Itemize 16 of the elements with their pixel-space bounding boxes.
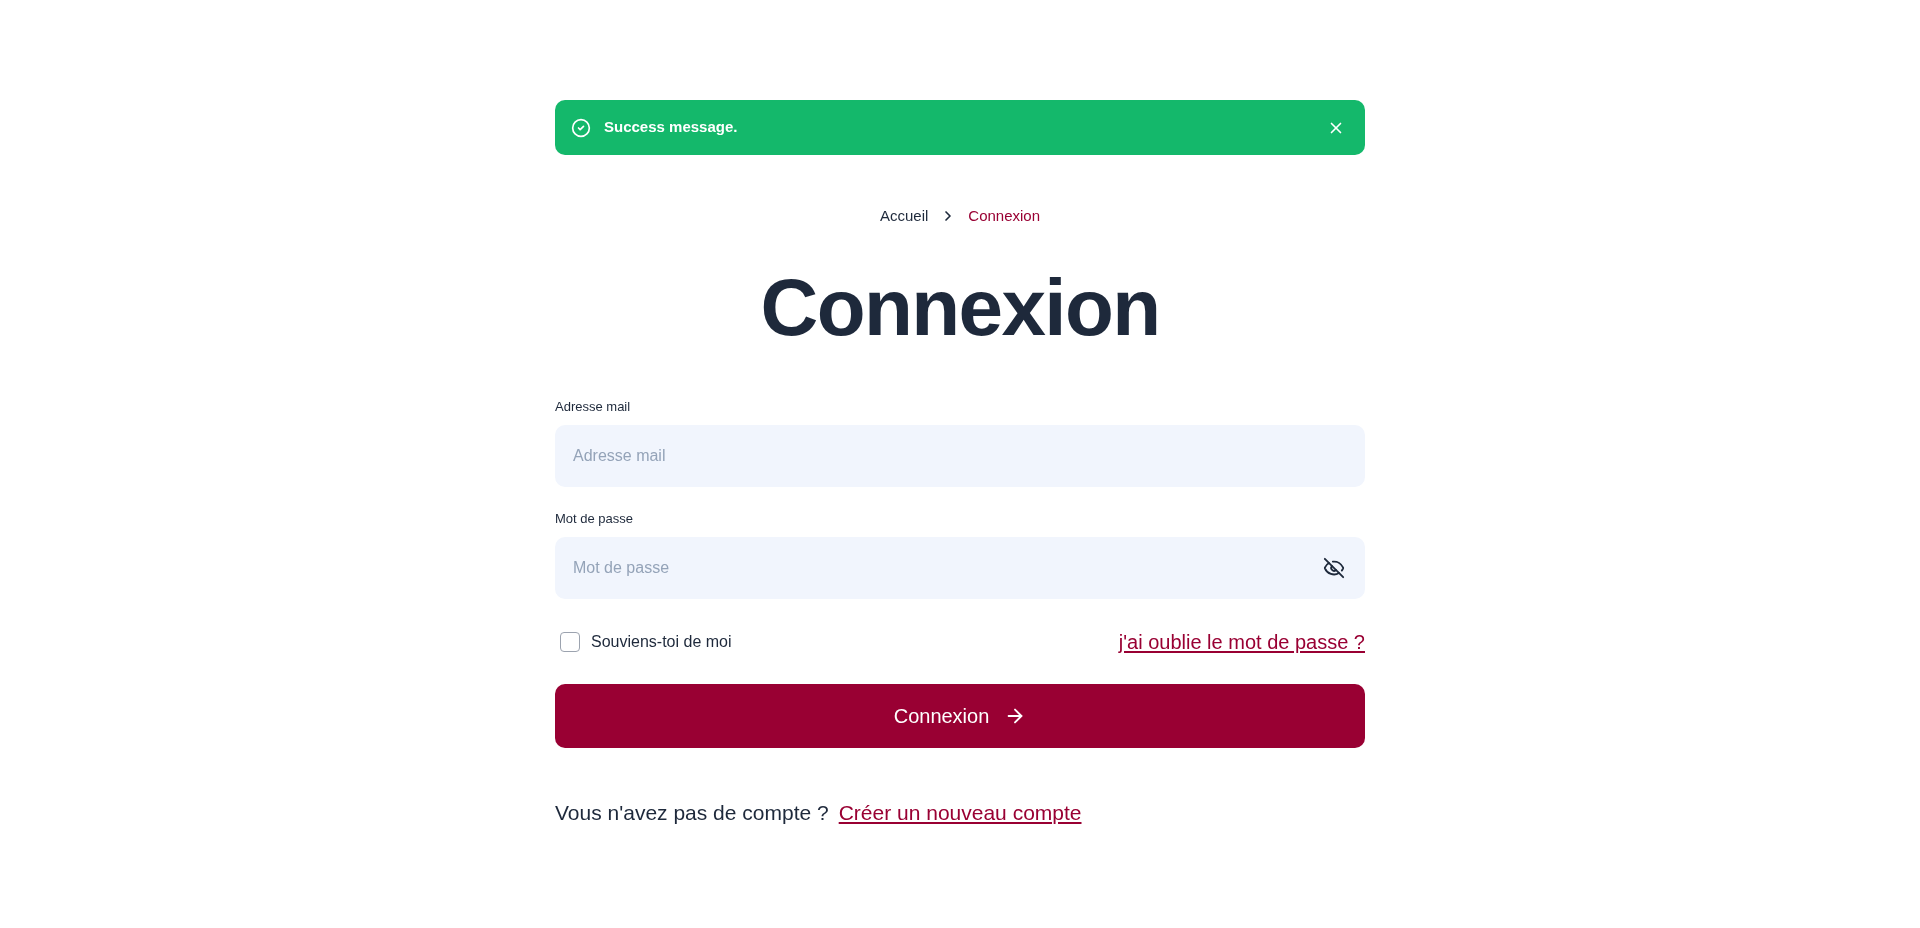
alert-message: Success message. [604, 117, 738, 138]
page-title: Connexion [760, 268, 1160, 348]
breadcrumb-link[interactable]: Accueil [879, 206, 929, 226]
eye-off-icon[interactable] [1323, 557, 1345, 579]
check-circle-icon [571, 117, 591, 138]
breadcrumb-link[interactable]: Connexion [968, 206, 1041, 226]
signup-prompt: Vous n'avez pas de compte ? [555, 800, 829, 826]
password-field[interactable]: Mot de passe [555, 537, 1365, 599]
field-label: Mot de passe [555, 510, 634, 528]
signup-link[interactable]: Créer un nouveau compte [838, 799, 1082, 827]
login-button[interactable]: Connexion [555, 684, 1365, 748]
field-label: Adresse mail [555, 398, 631, 416]
remember-checkbox[interactable] [560, 632, 580, 652]
forgot-password-link[interactable]: j'ai oublie le mot de passe ? [1118, 627, 1365, 657]
email-field[interactable]: Adresse mail [555, 425, 1365, 487]
remember-label: Souviens-toi de moi [591, 632, 732, 652]
